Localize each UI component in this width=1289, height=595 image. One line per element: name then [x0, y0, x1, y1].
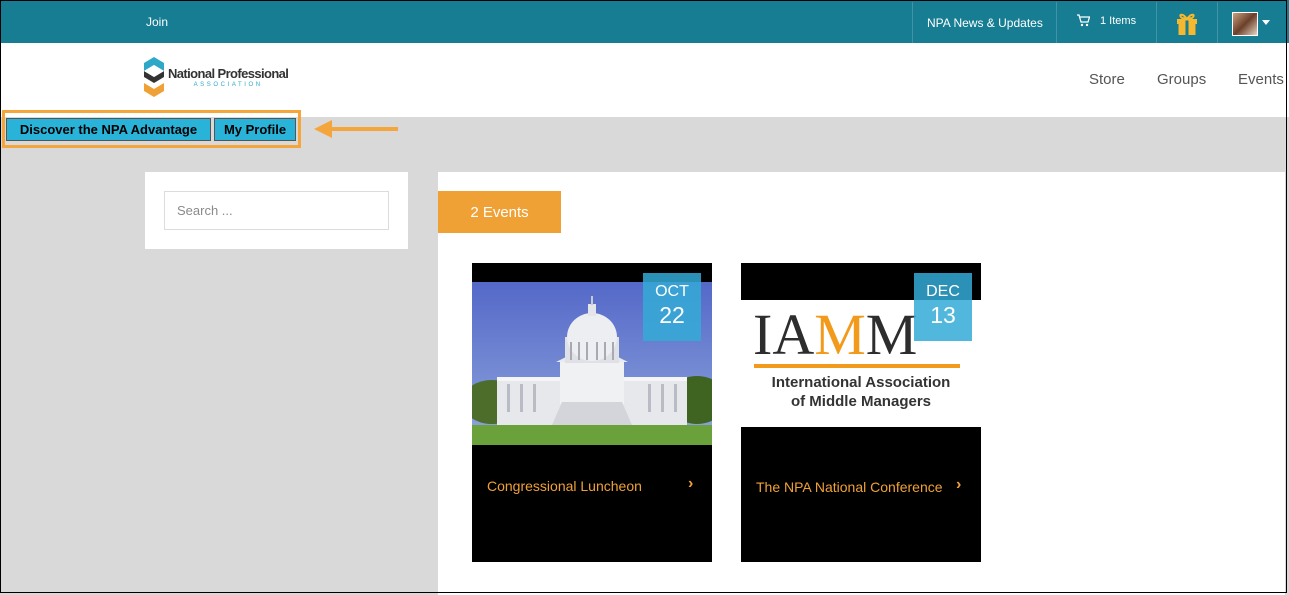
my-profile-button[interactable]: My Profile: [214, 118, 296, 141]
npa-logo[interactable]: National Professional ASSOCIATION: [144, 57, 289, 97]
search-panel: [145, 172, 408, 249]
divider: [1217, 2, 1218, 43]
iamm-letters: IAMM: [753, 302, 917, 367]
cart-count: 1 Items: [1100, 14, 1137, 27]
user-avatar[interactable]: [1232, 12, 1258, 36]
divider: [1056, 2, 1057, 43]
event-date-badge: OCT 22: [643, 273, 701, 341]
event-card[interactable]: OCT 22 Congressional Luncheon ›: [472, 263, 712, 562]
nav-events[interactable]: Events: [1238, 71, 1284, 88]
top-bar: Join NPA News & Updates 1 Items: [0, 0, 1289, 43]
event-title[interactable]: The NPA National Conference: [756, 479, 943, 495]
logo-mark-icon: [144, 57, 164, 97]
event-title[interactable]: Congressional Luncheon: [487, 478, 642, 494]
iamm-name-line2: of Middle Managers: [790, 393, 932, 410]
nav-groups[interactable]: Groups: [1157, 71, 1206, 88]
events-panel: 2 Events OCT 22 Congressional Luncheon ›…: [438, 172, 1285, 595]
logo-subtitle: ASSOCIATION: [193, 82, 263, 88]
nav-store[interactable]: Store: [1089, 71, 1125, 88]
site-header: National Professional ASSOCIATION Store …: [0, 43, 1289, 117]
event-date-badge: DEC 13: [914, 273, 972, 341]
events-count-tab[interactable]: 2 Events: [438, 191, 561, 233]
logo-name: National Professional: [168, 66, 289, 81]
iamm-name-line1: International Association: [771, 374, 951, 391]
event-month: DEC: [926, 283, 960, 300]
event-day: 13: [930, 302, 956, 328]
cart-link[interactable]: 1 Items: [1076, 14, 1136, 27]
event-month: OCT: [655, 283, 689, 300]
chevron-right-icon[interactable]: ›: [956, 476, 961, 494]
divider: [912, 2, 913, 43]
event-card[interactable]: IAMM International Association of Middle…: [741, 263, 981, 562]
join-link[interactable]: Join: [146, 15, 168, 29]
arrow-left-icon: [314, 120, 398, 138]
chevron-down-icon[interactable]: [1262, 20, 1270, 25]
search-input[interactable]: [164, 191, 389, 230]
discover-npa-button[interactable]: Discover the NPA Advantage: [6, 118, 211, 141]
chevron-right-icon[interactable]: ›: [688, 475, 693, 493]
divider: [1156, 2, 1157, 43]
gift-icon[interactable]: [1174, 10, 1200, 36]
event-day: 22: [659, 302, 685, 328]
news-updates-link[interactable]: NPA News & Updates: [927, 16, 1043, 30]
cart-icon: [1077, 14, 1090, 27]
